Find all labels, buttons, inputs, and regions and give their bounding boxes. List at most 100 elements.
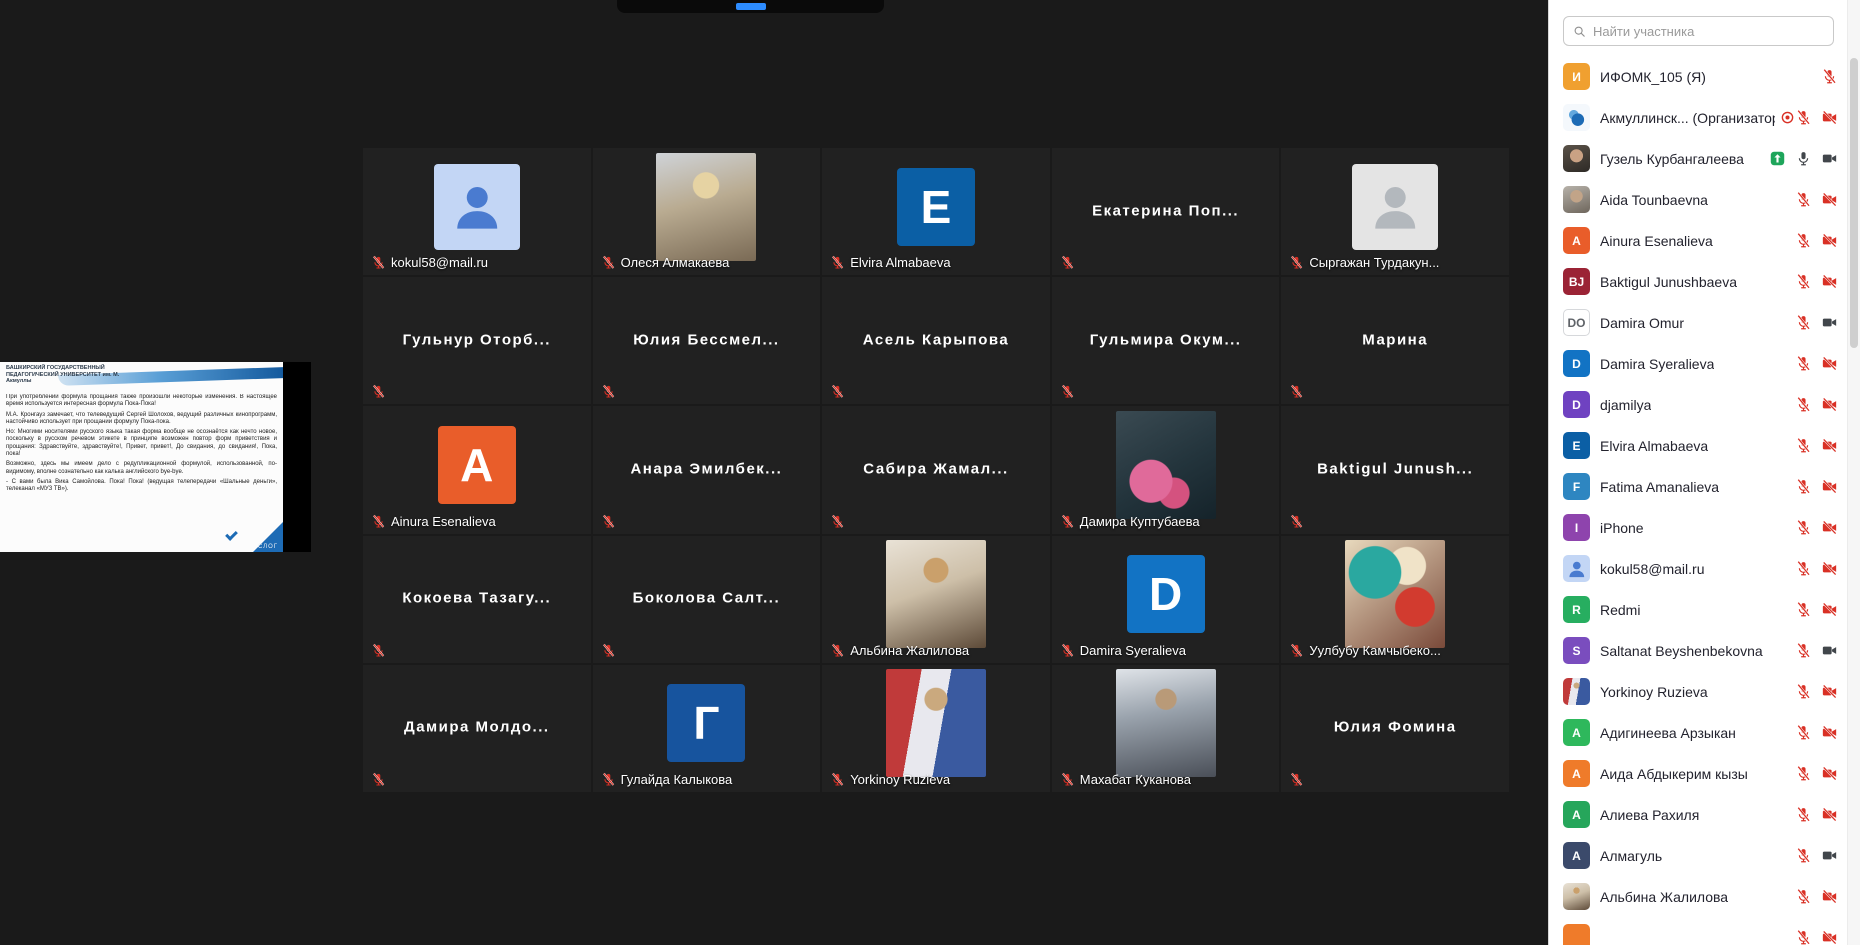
mic-muted-icon[interactable]: [1795, 560, 1812, 577]
scrollbar-thumb[interactable]: [1850, 58, 1858, 348]
camera-off-icon[interactable]: [1821, 273, 1838, 290]
video-tile[interactable]: Сабира Жамал...: [822, 406, 1050, 533]
camera-off-icon[interactable]: [1821, 355, 1838, 372]
camera-off-icon[interactable]: [1821, 109, 1838, 126]
video-tile[interactable]: Боколова Салт...: [593, 536, 821, 663]
mic-muted-icon[interactable]: [1795, 847, 1812, 864]
video-tile[interactable]: Дамира Молдо...: [363, 665, 591, 792]
participant-row[interactable]: AАида Абдыкерим кызы: [1549, 753, 1847, 794]
mic-muted-icon[interactable]: [1821, 68, 1838, 85]
video-tile[interactable]: kokul58@mail.ru: [363, 148, 591, 275]
participant-row[interactable]: AАлиева Рахиля: [1549, 794, 1847, 835]
participant-row[interactable]: IiPhone: [1549, 507, 1847, 548]
mic-muted-icon[interactable]: [1795, 888, 1812, 905]
mic-muted-icon[interactable]: [1795, 642, 1812, 659]
participant-search[interactable]: [1563, 16, 1834, 46]
mic-muted-icon[interactable]: [1795, 683, 1812, 700]
video-tile[interactable]: Екатерина Поп...: [1052, 148, 1280, 275]
camera-icon[interactable]: [1821, 150, 1838, 167]
video-tile[interactable]: Yorkinoy Ruzieva: [822, 665, 1050, 792]
avatar-photo: [1563, 145, 1590, 172]
video-tile[interactable]: Дамира Куптубаева: [1052, 406, 1280, 533]
camera-off-icon[interactable]: [1821, 478, 1838, 495]
video-tile[interactable]: Анара Эмилбек...: [593, 406, 821, 533]
participant-row[interactable]: DDamira Syeralieva: [1549, 343, 1847, 384]
screen-share-preview[interactable]: БАШКИРСКИЙ ГОСУДАРСТВЕННЫЙ ПЕДАГОГИЧЕСКИ…: [0, 362, 311, 552]
video-tile[interactable]: Гульмира Окум...: [1052, 277, 1280, 404]
participant-row[interactable]: AАлмагуль: [1549, 835, 1847, 876]
panel-scrollbar[interactable]: [1847, 0, 1860, 945]
participant-row[interactable]: AАдигинеева Арзыкан: [1549, 712, 1847, 753]
controls-expand-button[interactable]: [736, 3, 766, 10]
camera-off-icon[interactable]: [1821, 601, 1838, 618]
mic-muted-icon[interactable]: [1795, 273, 1812, 290]
mic-muted-icon[interactable]: [1795, 601, 1812, 618]
video-tile[interactable]: Сыргажан Турдакун...: [1281, 148, 1509, 275]
camera-off-icon[interactable]: [1821, 888, 1838, 905]
participant-name: Fatima Amanalieva: [1600, 479, 1719, 495]
camera-icon[interactable]: [1821, 314, 1838, 331]
participant-row[interactable]: Ddjamilya: [1549, 384, 1847, 425]
video-tile[interactable]: DDamira Syeralieva: [1052, 536, 1280, 663]
mic-muted-icon[interactable]: [1795, 396, 1812, 413]
camera-off-icon[interactable]: [1821, 929, 1838, 945]
mic-muted-icon[interactable]: [1795, 437, 1812, 454]
video-tile[interactable]: Альбина Жалилова: [822, 536, 1050, 663]
participant-row[interactable]: RRedmi: [1549, 589, 1847, 630]
mic-muted-icon[interactable]: [1795, 314, 1812, 331]
participant-row[interactable]: Альбина Жалилова: [1549, 876, 1847, 917]
video-tile[interactable]: Уулбубу Камчыбеко...: [1281, 536, 1509, 663]
camera-off-icon[interactable]: [1821, 191, 1838, 208]
video-tile[interactable]: Baktigul Junush...: [1281, 406, 1509, 533]
camera-off-icon[interactable]: [1821, 765, 1838, 782]
participant-row[interactable]: AAinura Esenalieva: [1549, 220, 1847, 261]
camera-off-icon[interactable]: [1821, 806, 1838, 823]
video-tile[interactable]: Асель Карыпова: [822, 277, 1050, 404]
collapsed-meeting-controls[interactable]: [617, 0, 884, 13]
camera-icon[interactable]: [1821, 642, 1838, 659]
mic-muted-icon[interactable]: [1795, 191, 1812, 208]
video-tile[interactable]: AAinura Esenalieva: [363, 406, 591, 533]
video-tile[interactable]: Юлия Бессмел...: [593, 277, 821, 404]
video-tile[interactable]: EElvira Almabaeva: [822, 148, 1050, 275]
video-tile[interactable]: ГГулайда Калыкова: [593, 665, 821, 792]
camera-off-icon[interactable]: [1821, 232, 1838, 249]
mic-muted-icon[interactable]: [1795, 109, 1812, 126]
mic-muted-icon[interactable]: [1795, 806, 1812, 823]
camera-icon[interactable]: [1821, 847, 1838, 864]
participant-row[interactable]: ИИФОМК_105 (Я): [1549, 56, 1847, 97]
video-tile[interactable]: Марина: [1281, 277, 1509, 404]
video-tile[interactable]: Юлия Фомина: [1281, 665, 1509, 792]
participant-row[interactable]: Акмуллинск... (Организатор): [1549, 97, 1847, 138]
camera-off-icon[interactable]: [1821, 683, 1838, 700]
mic-muted-icon[interactable]: [1795, 765, 1812, 782]
participant-row[interactable]: Aida Tounbaevna: [1549, 179, 1847, 220]
participant-row[interactable]: DODamira Omur: [1549, 302, 1847, 343]
mic-muted-icon[interactable]: [1795, 355, 1812, 372]
participant-row[interactable]: FFatima Amanalieva: [1549, 466, 1847, 507]
camera-off-icon[interactable]: [1821, 519, 1838, 536]
participant-row[interactable]: kokul58@mail.ru: [1549, 548, 1847, 589]
screen-share-icon[interactable]: [1769, 150, 1786, 167]
mic-muted-icon[interactable]: [1795, 724, 1812, 741]
search-input[interactable]: [1593, 24, 1825, 39]
camera-off-icon[interactable]: [1821, 560, 1838, 577]
participant-row[interactable]: SSaltanat Beyshenbekovna: [1549, 630, 1847, 671]
participant-row[interactable]: BJBaktigul Junushbaeva: [1549, 261, 1847, 302]
participant-row[interactable]: EElvira Almabaeva: [1549, 425, 1847, 466]
video-tile[interactable]: Олеся Алмакаева: [593, 148, 821, 275]
video-tile[interactable]: Махабат Куканова: [1052, 665, 1280, 792]
mic-muted-icon[interactable]: [1795, 929, 1812, 945]
video-tile[interactable]: Гульнур Оторб...: [363, 277, 591, 404]
video-tile[interactable]: Кокоева Тазагу...: [363, 536, 591, 663]
participant-row[interactable]: Гузель Курбангалеева: [1549, 138, 1847, 179]
camera-off-icon[interactable]: [1821, 437, 1838, 454]
camera-off-icon[interactable]: [1821, 724, 1838, 741]
participant-row[interactable]: Yorkinoy Ruzieva: [1549, 671, 1847, 712]
participant-row[interactable]: [1549, 917, 1847, 945]
mic-muted-icon[interactable]: [1795, 478, 1812, 495]
mic-muted-icon[interactable]: [1795, 232, 1812, 249]
mic-icon[interactable]: [1795, 150, 1812, 167]
camera-off-icon[interactable]: [1821, 396, 1838, 413]
mic-muted-icon[interactable]: [1795, 519, 1812, 536]
